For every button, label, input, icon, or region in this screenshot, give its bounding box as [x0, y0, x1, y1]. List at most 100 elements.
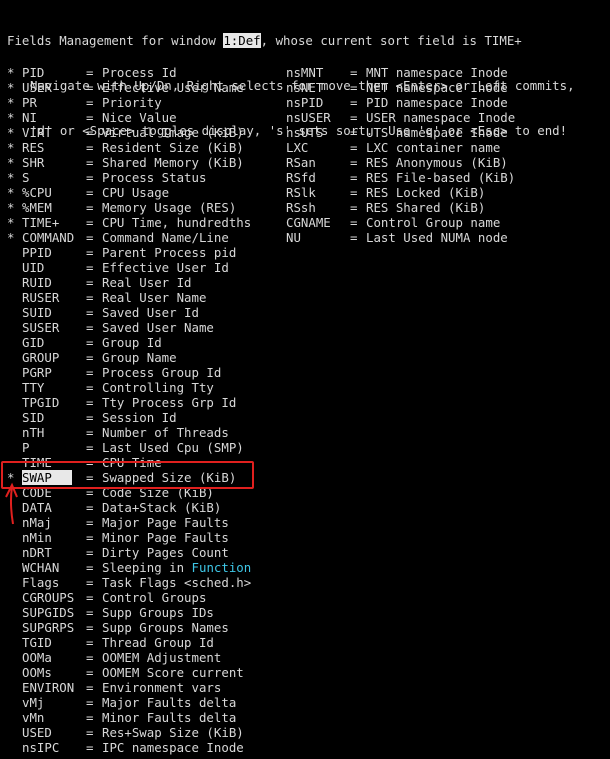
- separator: =: [86, 275, 94, 290]
- field-name: CGNAME: [286, 215, 331, 230]
- field-name: RSfd: [286, 170, 316, 185]
- field-row[interactable]: SUID = Saved User Id: [0, 305, 280, 320]
- field-row[interactable]: NU = Last Used NUMA node: [0, 230, 600, 245]
- field-row[interactable]: LXC = LXC container name: [0, 140, 600, 155]
- field-row[interactable]: DATA = Data+Stack (KiB): [0, 500, 280, 515]
- field-description: IPC namespace Inode: [102, 740, 244, 755]
- separator: =: [350, 65, 358, 80]
- field-row[interactable]: ENVIRON = Environment vars: [0, 680, 280, 695]
- field-row[interactable]: TGID = Thread Group Id: [0, 635, 280, 650]
- field-row[interactable]: nsIPC = IPC namespace Inode: [0, 740, 280, 755]
- field-row[interactable]: RSsh = RES Shared (KiB): [0, 200, 600, 215]
- field-name: nsPID: [286, 95, 324, 110]
- field-row[interactable]: CGROUPS = Control Groups: [0, 590, 280, 605]
- field-description: MNT namespace Inode: [366, 65, 508, 80]
- field-name: USED: [22, 725, 52, 740]
- field-row[interactable]: RUSER = Real User Name: [0, 290, 280, 305]
- field-row[interactable]: nMaj = Major Page Faults: [0, 515, 280, 530]
- field-row[interactable]: UID = Effective User Id: [0, 260, 280, 275]
- field-description: Saved User Name: [102, 320, 214, 335]
- header-line-1: Fields Management for window 1:Def, whos…: [7, 33, 575, 48]
- field-row[interactable]: nsNET = NET namespace Inode: [0, 80, 600, 95]
- field-row[interactable]: SUPGRPS = Supp Groups Names: [0, 620, 280, 635]
- field-row[interactable]: OOMs = OOMEM Score current: [0, 665, 280, 680]
- field-row[interactable]: OOMa = OOMEM Adjustment: [0, 650, 280, 665]
- field-row[interactable]: SUPGIDS = Supp Groups IDs: [0, 605, 280, 620]
- field-row[interactable]: vMn = Minor Faults delta: [0, 710, 280, 725]
- field-row[interactable]: RSfd = RES File-based (KiB): [0, 170, 600, 185]
- separator: =: [350, 185, 358, 200]
- separator: =: [86, 350, 94, 365]
- field-row[interactable]: P = Last Used Cpu (SMP): [0, 440, 280, 455]
- field-row[interactable]: nsUTS = UTS namespace Inode: [0, 125, 600, 140]
- field-name: CGROUPS: [22, 590, 75, 605]
- field-row[interactable]: nTH = Number of Threads: [0, 425, 280, 440]
- field-row[interactable]: GID = Group Id: [0, 335, 280, 350]
- field-row[interactable]: RSlk = RES Locked (KiB): [0, 185, 600, 200]
- separator: =: [86, 335, 94, 350]
- field-name: TGID: [22, 635, 52, 650]
- separator: =: [86, 320, 94, 335]
- field-description: PID namespace Inode: [366, 95, 508, 110]
- field-description: RES File-based (KiB): [366, 170, 516, 185]
- field-row[interactable]: PPID = Parent Process pid: [0, 245, 280, 260]
- field-row[interactable]: SUSER = Saved User Name: [0, 320, 280, 335]
- field-row[interactable]: Flags = Task Flags <sched.h>: [0, 575, 280, 590]
- field-name: OOMa: [22, 650, 52, 665]
- field-row[interactable]: WCHAN = Sleeping in Function: [0, 560, 280, 575]
- separator: =: [350, 140, 358, 155]
- separator: =: [86, 305, 94, 320]
- field-description: Res+Swap Size (KiB): [102, 725, 244, 740]
- separator: =: [86, 425, 94, 440]
- field-description: OOMEM Adjustment: [102, 650, 222, 665]
- field-name: nsNET: [286, 80, 324, 95]
- separator: =: [350, 125, 358, 140]
- field-row[interactable]: SID = Session Id: [0, 410, 280, 425]
- field-description: Environment vars: [102, 680, 222, 695]
- field-name: ENVIRON: [22, 680, 75, 695]
- field-name: OOMs: [22, 665, 52, 680]
- field-description: RES Locked (KiB): [366, 185, 486, 200]
- field-row[interactable]: CGNAME = Control Group name: [0, 215, 600, 230]
- field-row[interactable]: RSan = RES Anonymous (KiB): [0, 155, 600, 170]
- field-name: SUPGIDS: [22, 605, 75, 620]
- separator: =: [86, 380, 94, 395]
- field-row[interactable]: TTY = Controlling Tty: [0, 380, 280, 395]
- field-description: LXC container name: [366, 140, 501, 155]
- field-row[interactable]: PGRP = Process Group Id: [0, 365, 280, 380]
- field-row[interactable]: nsPID = PID namespace Inode: [0, 95, 600, 110]
- field-name: NU: [286, 230, 301, 245]
- field-description: Minor Faults delta: [102, 710, 237, 725]
- separator: =: [350, 215, 358, 230]
- field-description: Real User Name: [102, 290, 207, 305]
- separator: =: [86, 590, 94, 605]
- field-description: Control Group name: [366, 215, 501, 230]
- separator: =: [86, 635, 94, 650]
- field-description: Last Used NUMA node: [366, 230, 508, 245]
- separator: =: [350, 110, 358, 125]
- field-row[interactable]: USED = Res+Swap Size (KiB): [0, 725, 280, 740]
- field-description: Control Groups: [102, 590, 207, 605]
- field-name: nDRT: [22, 545, 52, 560]
- field-name: nsUSER: [286, 110, 331, 125]
- separator: =: [350, 95, 358, 110]
- field-description: USER namespace Inode: [366, 110, 516, 125]
- field-description: Data+Stack (KiB): [102, 500, 222, 515]
- field-row[interactable]: nsMNT = MNT namespace Inode: [0, 65, 600, 80]
- field-description: Dirty Pages Count: [102, 545, 229, 560]
- field-row[interactable]: TPGID = Tty Process Grp Id: [0, 395, 280, 410]
- field-row[interactable]: nMin = Minor Page Faults: [0, 530, 280, 545]
- field-row[interactable]: nsUSER = USER namespace Inode: [0, 110, 600, 125]
- field-name: nsMNT: [286, 65, 324, 80]
- field-description-accent: Function: [191, 560, 252, 575]
- field-row[interactable]: nDRT = Dirty Pages Count: [0, 545, 280, 560]
- field-row[interactable]: GROUP = Group Name: [0, 350, 280, 365]
- field-row[interactable]: vMj = Major Faults delta: [0, 695, 280, 710]
- separator: =: [86, 500, 94, 515]
- field-description: NET namespace Inode: [366, 80, 508, 95]
- field-description: Session Id: [102, 410, 177, 425]
- field-description: Tty Process Grp Id: [102, 395, 237, 410]
- field-row[interactable]: RUID = Real User Id: [0, 275, 280, 290]
- field-name: LXC: [286, 140, 309, 155]
- separator: =: [86, 395, 94, 410]
